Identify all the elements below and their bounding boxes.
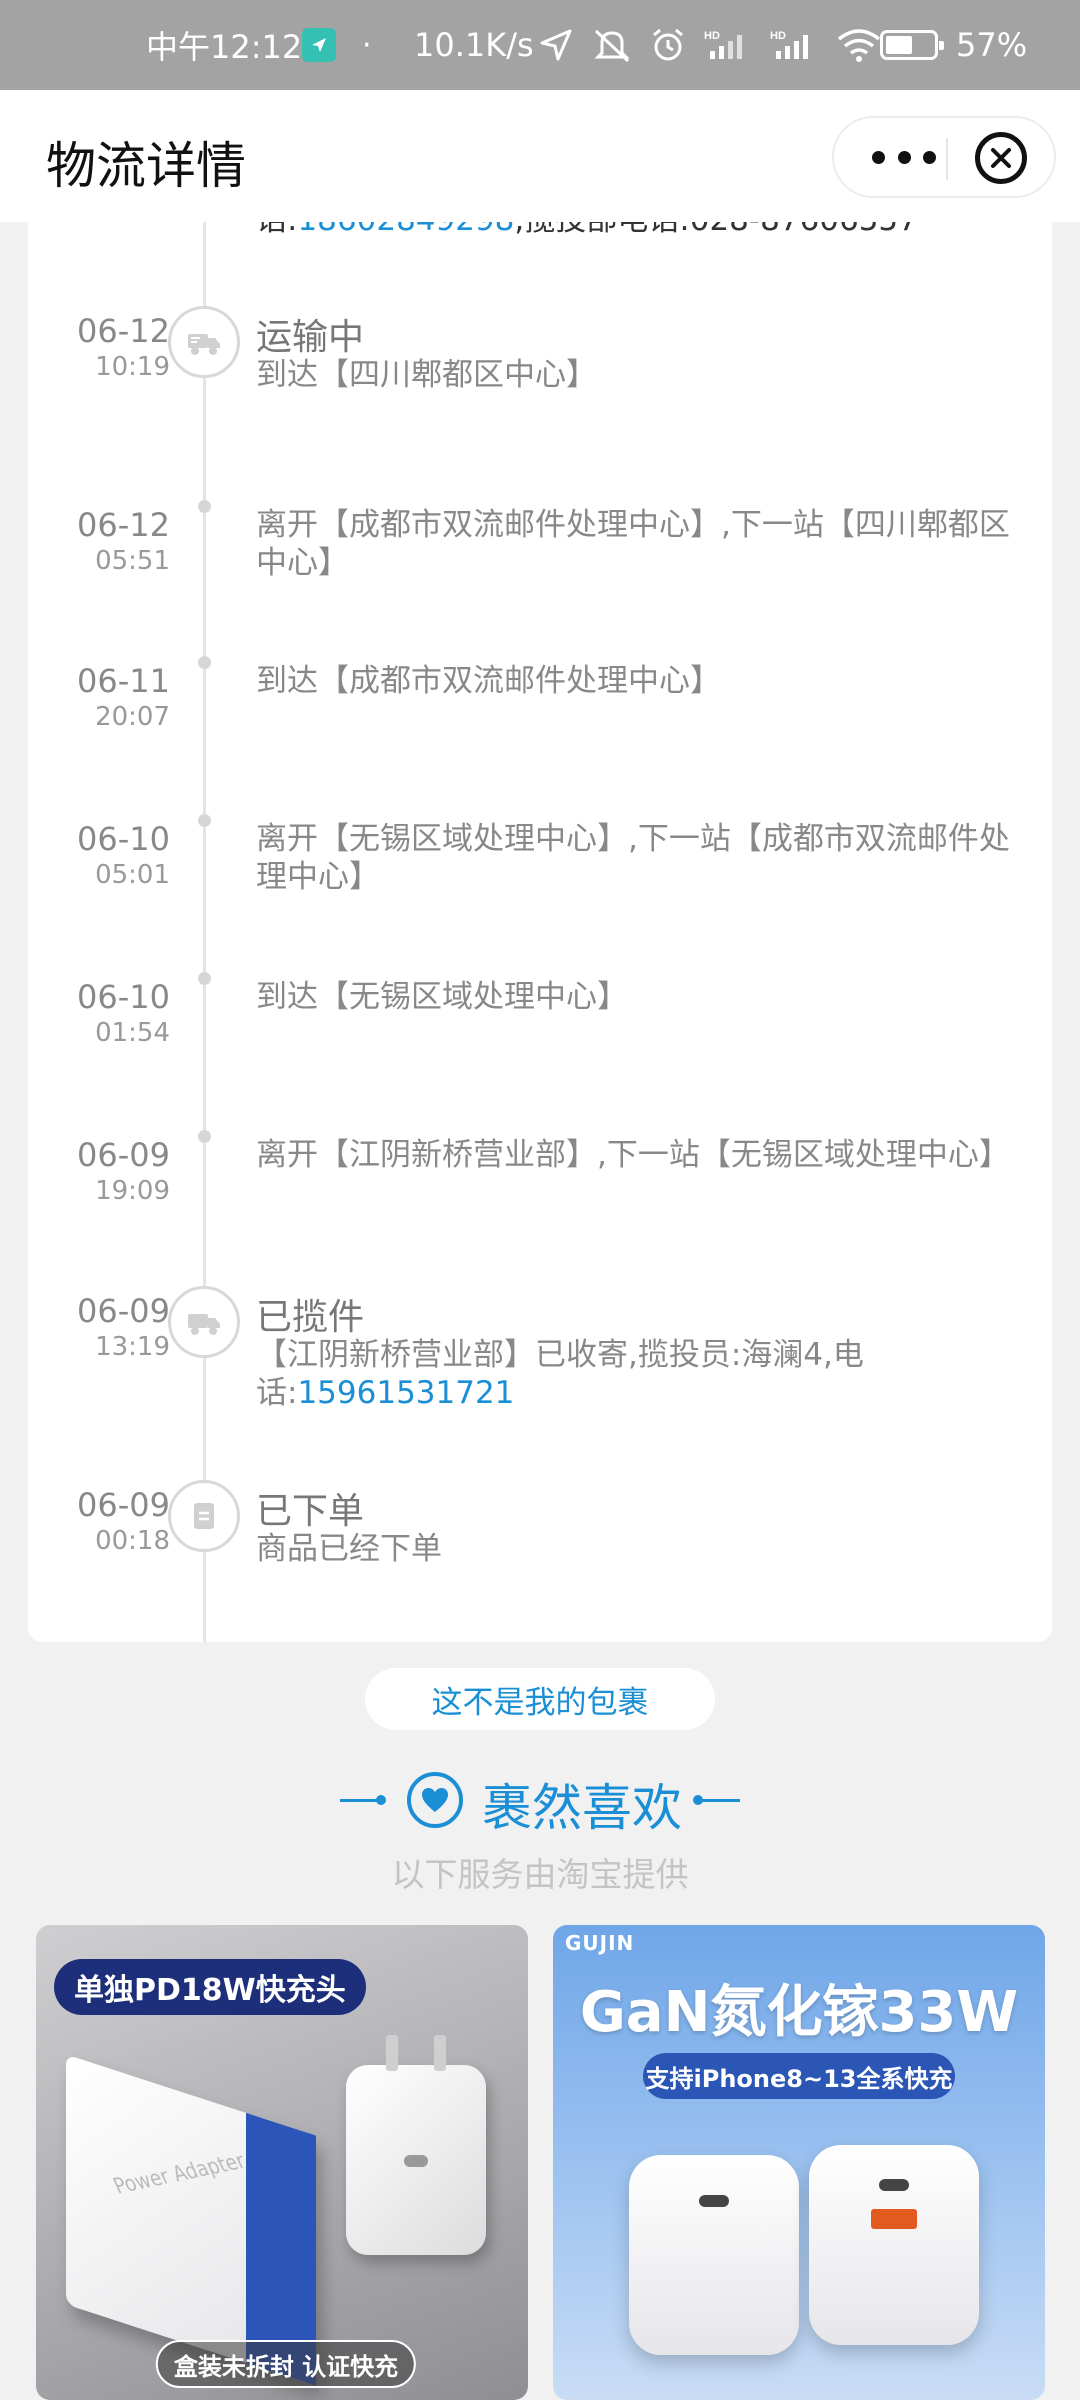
timeline-dot [198,1130,211,1143]
timeline-dot [198,656,211,669]
timeline-dot [198,500,211,513]
event-description: 到达【无锡区域处理中心】 [256,979,628,1015]
event-description: 离开【无锡区域处理中心】,下一站【成都市双流邮件处理中心】 [256,821,1010,895]
more-menu-button[interactable] [872,144,936,170]
network-speed: 10.1K/s [414,26,534,64]
close-icon [991,148,1011,168]
product-tag: 单独PD18W快充头 [54,1959,366,2015]
charger-box-image: Power Adapter [66,2054,316,2386]
event-date: 06-09 [77,1136,170,1174]
recommend-title: 裹然喜欢 [482,1779,682,1837]
product-subtitle: 支持iPhone8~13全系快充 [643,2053,955,2099]
event-time: 20:07 [95,702,170,732]
event-date: 06-12 [77,312,170,350]
event-description: 【江阴新桥营业部】已收寄,揽投员:海澜4,电话:15961531721 [256,1337,864,1411]
svg-text:HD: HD [704,30,720,42]
recommend-header: 裹然喜欢 [0,1760,1080,1840]
decor-dot [376,1795,386,1805]
event-time: 05:51 [95,546,170,576]
event-description: 商品已经下单 [256,1531,442,1567]
svg-text:HD: HD [770,30,786,42]
event-date: 06-11 [77,662,170,700]
timeline-dot [198,814,211,827]
event-description: 到达【成都市双流邮件处理中心】 [256,663,721,699]
capsule-divider [946,138,948,180]
timeline-line [203,180,206,1642]
location-arrow-icon [540,29,572,61]
event-time: 10:19 [95,352,170,382]
timeline-dot [198,972,211,985]
event-time: 05:01 [95,860,170,890]
mini-program-capsule [832,116,1056,198]
status-time: 中午12:12 [146,28,303,66]
event-date: 06-10 [77,820,170,858]
event-status: 运输中 [256,317,365,358]
event-date: 06-09 [77,1486,170,1524]
app-notification-icon [302,28,336,62]
status-dot: · [362,27,372,63]
pickup-truck-icon [168,1286,240,1358]
product-title: GaN氮化镓33W [579,1980,1019,2045]
logistics-timeline-card: 话:18602849298,揽投部电话:028-87606557 06-12 1… [28,180,1052,1642]
nav-bar: 物流详情 [0,90,1080,222]
event-status: 已揽件 [256,1297,365,1338]
wifi-icon [837,29,881,62]
event-status: 已下单 [256,1491,365,1532]
product-card[interactable]: 单独PD18W快充头 Power Adapter 盒装未拆封 认证快充 [36,1925,528,2400]
event-description: 离开【江阴新桥营业部】,下一站【无锡区域处理中心】 [256,1137,1010,1173]
battery-percent: 57% [956,26,1028,64]
event-description: 离开【成都市双流邮件处理中心】,下一站【四川郫都区中心】 [256,507,1010,581]
event-time: 00:18 [95,1526,170,1556]
event-date: 06-09 [77,1292,170,1330]
battery-icon [880,30,944,60]
event-time: 01:54 [95,1018,170,1048]
not-my-package-button[interactable]: 这不是我的包裹 [365,1668,715,1730]
charger-image [346,2035,486,2255]
charger-image [629,2155,799,2355]
page-title: 物流详情 [46,137,246,195]
status-icons: HD HD [538,0,882,90]
mute-icon [594,29,630,63]
product-badge: 盒装未拆封 认证快充 [155,2340,417,2388]
brand-logo: GUJIN [565,1931,635,1955]
truck-icon [168,306,240,378]
battery-group: 57% [880,0,1027,90]
close-button[interactable] [975,132,1027,184]
phone-link[interactable]: 15961531721 [297,1375,514,1411]
event-description: 到达【四川郫都区中心】 [256,357,597,393]
event-time: 13:19 [95,1332,170,1362]
heart-icon [407,1772,463,1828]
order-document-icon [168,1480,240,1552]
recommend-subtitle: 以下服务由淘宝提供 [391,1855,689,1894]
charger-image [809,2145,979,2345]
product-card[interactable]: GUJIN GaN氮化镓33W 支持iPhone8~13全系快充 [553,1925,1045,2400]
event-date: 06-10 [77,978,170,1016]
signal-hd-icon: HD [770,30,808,59]
event-time: 19:09 [95,1176,170,1206]
status-bar: 中午12:12 · 10.1K/s HD HD 57% [0,0,1080,90]
decor-line [700,1799,740,1802]
signal-hd-icon: HD [704,30,742,59]
alarm-icon [653,28,683,61]
event-date: 06-12 [77,506,170,544]
